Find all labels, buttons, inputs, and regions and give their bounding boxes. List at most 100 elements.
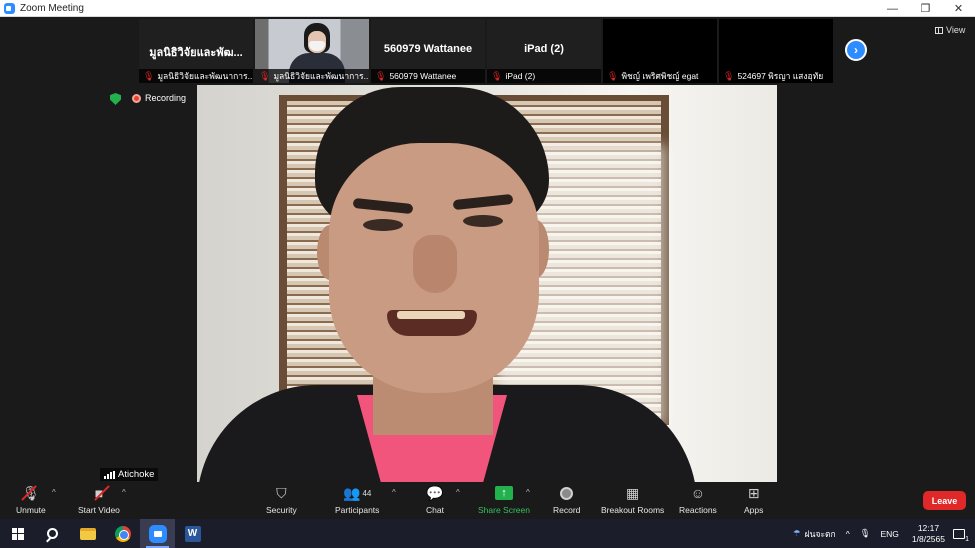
leave-button[interactable]: Leave xyxy=(923,491,966,510)
participant-caption: 🎙 มูลนิธิวิจัยและพัฒนาการ... xyxy=(255,69,369,83)
participant-caption-text: พิชญ์ เพริศพิชญ์ egat xyxy=(621,71,699,81)
participant-caption-text: iPad (2) xyxy=(505,71,536,81)
microphone-muted-icon: 🎙 xyxy=(21,484,40,502)
participants-options-caret[interactable]: ^ xyxy=(392,488,396,497)
mic-off-icon: 🎙 xyxy=(143,70,155,81)
show-hidden-icons-button[interactable]: ^ xyxy=(841,529,855,539)
active-speaker-name: Atichoke xyxy=(118,469,155,480)
view-button[interactable]: View xyxy=(935,25,965,35)
chat-options-caret[interactable]: ^ xyxy=(456,488,460,497)
speaker-eye-right xyxy=(463,215,503,227)
start-video-button[interactable]: ■ Start Video xyxy=(78,484,120,515)
participant-caption-text: 560979 Wattanee xyxy=(389,71,457,81)
speaker-nose xyxy=(413,235,457,293)
apps-label: Apps xyxy=(744,505,764,515)
share-screen-button[interactable]: ↑ Share Screen xyxy=(478,484,530,515)
restore-button[interactable]: ❐ xyxy=(909,0,942,17)
title-bar: Zoom Meeting — ❐ ✕ xyxy=(0,0,975,17)
search-icon xyxy=(47,528,58,539)
meeting-area: มูลนิธิวิจัยและพัฒ... 🎙 มูลนิธิวิจัยและพ… xyxy=(0,17,975,482)
participant-caption: 🎙 พิชญ์ เพริศพิชญ์ egat xyxy=(603,69,717,83)
participant-caption-text: มูลนิธิวิจัยและพัฒนาการ... xyxy=(273,71,369,81)
audio-options-caret[interactable]: ^ xyxy=(52,488,56,497)
video-options-caret[interactable]: ^ xyxy=(122,488,126,497)
record-button[interactable]: Record xyxy=(553,484,580,515)
minimize-button[interactable]: — xyxy=(876,0,909,17)
start-video-label: Start Video xyxy=(78,505,120,515)
share-screen-label: Share Screen xyxy=(478,505,530,515)
participants-button[interactable]: 👥 44 Participants xyxy=(335,484,380,516)
participant-thumbnail[interactable]: 560979 Wattanee 🎙 560979 Wattanee xyxy=(371,19,485,83)
chat-label: Chat xyxy=(426,505,444,515)
next-page-button[interactable]: › xyxy=(845,39,867,61)
participant-thumbnail[interactable]: 🎙 พิชญ์ เพริศพิชญ์ egat xyxy=(603,19,717,83)
participant-thumbnail[interactable]: มูลนิธิวิจัยและพัฒ... 🎙 มูลนิธิวิจัยและพ… xyxy=(139,19,253,83)
close-button[interactable]: ✕ xyxy=(942,0,975,17)
rain-umbrella-icon: ☂ xyxy=(793,528,801,538)
apps-button[interactable]: ⊞ Apps xyxy=(744,484,764,516)
start-button[interactable] xyxy=(0,519,35,548)
language-indicator[interactable]: ENG xyxy=(875,529,903,539)
taskbar-search-button[interactable] xyxy=(35,519,70,548)
participant-caption: 🎙 524697 พิรญา แสงอุทัย xyxy=(719,69,833,83)
mic-off-icon: 🎙 xyxy=(607,70,619,81)
breakout-rooms-icon: ▦ xyxy=(626,484,640,501)
chat-button[interactable]: 💬 Chat xyxy=(426,484,444,516)
chrome-icon xyxy=(114,525,131,542)
participant-name-large: iPad (2) xyxy=(524,43,564,55)
participant-thumbnail[interactable]: 🎙 524697 พิรญา แสงอุทัย xyxy=(719,19,833,83)
taskbar-file-explorer[interactable] xyxy=(70,519,105,548)
participant-caption: 🎙 มูลนิธิวิจัยและพัฒนาการ... xyxy=(139,69,253,83)
security-label: Security xyxy=(266,505,297,515)
taskbar-word[interactable]: W xyxy=(175,519,210,548)
speaker-eye-left xyxy=(363,219,403,231)
reactions-button[interactable]: ☺ Reactions xyxy=(679,484,717,515)
breakout-rooms-label: Breakout Rooms xyxy=(601,505,665,515)
participant-name-large: 560979 Wattanee xyxy=(383,43,473,55)
recording-label: Recording xyxy=(145,93,187,103)
participant-thumbnail[interactable]: iPad (2) 🎙 iPad (2) xyxy=(487,19,601,83)
participant-caption-text: 524697 พิรญา แสงอุทัย xyxy=(737,71,824,81)
record-icon xyxy=(560,484,574,502)
participant-name-large: มูลนิธิวิจัยและพัฒ... xyxy=(149,47,243,59)
participant-thumbnail[interactable]: 🎙 มูลนิธิวิจัยและพัฒนาการ... xyxy=(255,19,369,83)
breakout-rooms-button[interactable]: ▦ Breakout Rooms xyxy=(601,484,665,516)
share-screen-icon: ↑ xyxy=(494,484,513,502)
unmute-button[interactable]: 🎙 Unmute xyxy=(16,484,46,516)
reactions-label: Reactions xyxy=(679,505,717,515)
notifications-count: 1 xyxy=(965,535,969,543)
mic-off-icon: 🎙 xyxy=(259,70,271,81)
active-speaker-video xyxy=(197,85,777,482)
participants-icon: 👥 44 xyxy=(343,484,372,501)
unmute-label: Unmute xyxy=(16,505,46,515)
microphone-tray-icon[interactable]: 🎙 xyxy=(855,528,876,539)
folder-icon xyxy=(79,527,96,540)
mic-off-icon: 🎙 xyxy=(491,70,503,81)
notifications-icon[interactable]: 1 xyxy=(953,528,969,543)
grid-view-icon xyxy=(935,26,943,34)
mic-off-icon: 🎙 xyxy=(375,70,387,81)
apps-icon: ⊞ xyxy=(747,484,760,501)
taskbar-chrome[interactable] xyxy=(105,519,140,548)
weather-widget[interactable]: ☂ ฝนจะตก xyxy=(788,527,841,541)
participant-thumbnail-strip: มูลนิธิวิจัยและพัฒ... 🎙 มูลนิธิวิจัยและพ… xyxy=(139,19,833,83)
window-controls: — ❐ ✕ xyxy=(876,0,975,17)
chat-bubble-icon: 💬 xyxy=(426,484,444,501)
video-camera-off-icon: ■ xyxy=(93,484,110,502)
recording-indicator[interactable]: Recording xyxy=(132,93,186,103)
security-button[interactable]: ⛉ Security xyxy=(266,484,297,516)
share-options-caret[interactable]: ^ xyxy=(526,488,530,497)
participants-label: Participants xyxy=(335,505,380,515)
system-tray: ☂ ฝนจะตก ^ 🎙 ENG 12:17 1/8/2565 1 xyxy=(788,519,975,548)
windows-taskbar: W ☂ ฝนจะตก ^ 🎙 ENG 12:17 1/8/2565 1 xyxy=(0,519,975,548)
taskbar-zoom[interactable] xyxy=(140,519,175,548)
participant-caption-text: มูลนิธิวิจัยและพัฒนาการ... xyxy=(157,71,253,81)
clock-time: 12:17 xyxy=(917,522,940,533)
chevron-right-icon: › xyxy=(854,43,858,57)
record-label: Record xyxy=(553,505,581,515)
speaker-teeth xyxy=(397,311,465,319)
participant-caption: 🎙 560979 Wattanee xyxy=(371,69,485,83)
weather-label: ฝนจะตก xyxy=(804,528,836,539)
taskbar-clock[interactable]: 12:17 1/8/2565 xyxy=(904,523,953,545)
encryption-shield-icon[interactable] xyxy=(110,93,121,105)
